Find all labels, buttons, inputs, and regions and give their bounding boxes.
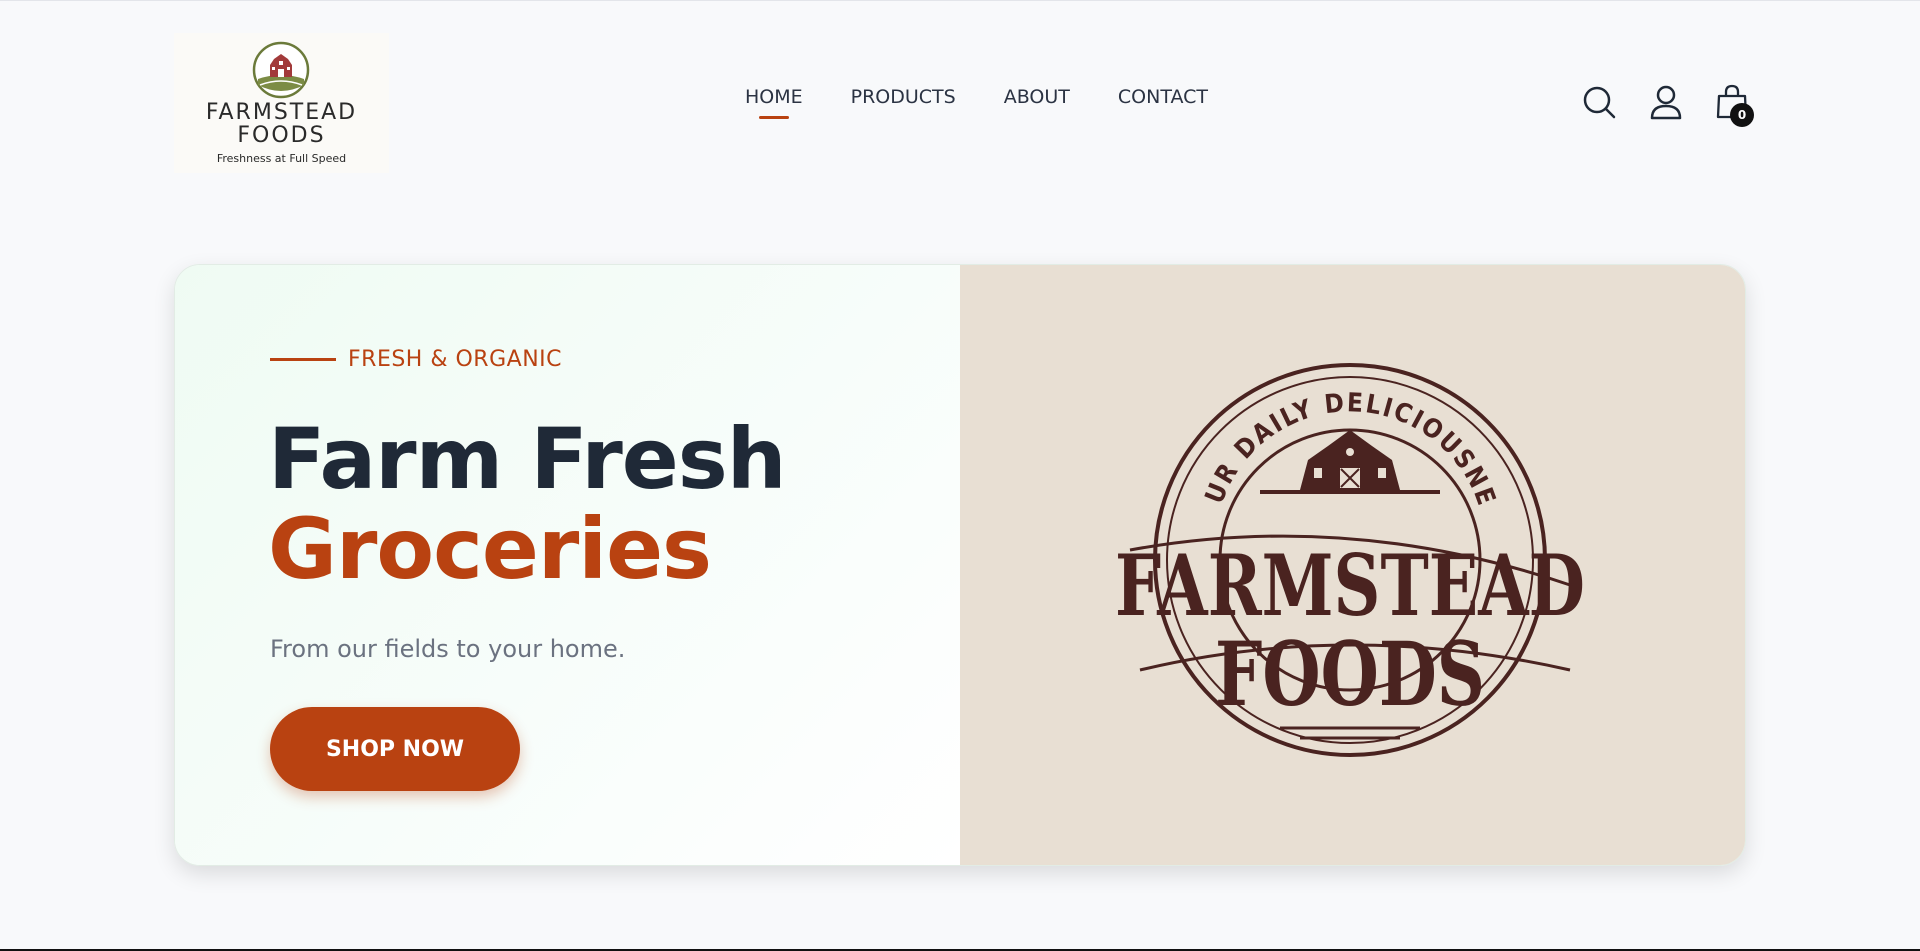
search-icon[interactable] <box>1582 84 1616 120</box>
hero-title-line1: Farm Fresh <box>268 410 787 508</box>
site-logo[interactable]: FARMSTEAD FOODS Freshness at Full Speed <box>174 33 389 173</box>
nav-contact[interactable]: CONTACT <box>1118 86 1208 108</box>
main-nav: HOME PRODUCTS ABOUT CONTACT <box>745 86 1256 119</box>
nav-about[interactable]: ABOUT <box>1004 86 1070 108</box>
shop-now-button[interactable]: SHOP NOW <box>270 707 520 791</box>
hero-text-panel: FRESH & ORGANIC Farm Fresh Groceries Fro… <box>175 265 960 865</box>
logo-name-line1: FARMSTEAD <box>205 100 358 125</box>
user-icon[interactable] <box>1649 84 1683 120</box>
hero-title-line2: Groceries <box>268 500 712 598</box>
farmstead-emblem: YOUR DAILY DELICIOUSNESS FARMSTEAD FOODS <box>1100 360 1585 757</box>
cart-count-badge: 0 <box>1730 103 1754 127</box>
logo-wordmark: FARMSTEAD FOODS <box>174 101 389 147</box>
hero-eyebrow: FRESH & ORGANIC <box>270 347 562 372</box>
logo-tagline: Freshness at Full Speed <box>216 152 347 165</box>
hero-banner: FRESH & ORGANIC Farm Fresh Groceries Fro… <box>174 264 1746 866</box>
emblem-word-foods: FOODS <box>1215 622 1485 726</box>
eyebrow-divider <box>270 358 336 361</box>
nav-home[interactable]: HOME <box>745 86 803 119</box>
emblem-word-farmstead: FARMSTEAD <box>1115 536 1585 635</box>
hero-image-panel: YOUR DAILY DELICIOUSNESS FARMSTEAD FOODS <box>960 265 1745 865</box>
barn-logo-icon <box>252 41 310 99</box>
top-border <box>0 0 1920 1</box>
eyebrow-text: FRESH & ORGANIC <box>348 347 562 372</box>
nav-products[interactable]: PRODUCTS <box>851 86 956 108</box>
logo-name-line2: FOODS <box>237 123 326 148</box>
hero-subtitle: From our fields to your home. <box>270 635 626 663</box>
barn-icon <box>1260 430 1440 494</box>
